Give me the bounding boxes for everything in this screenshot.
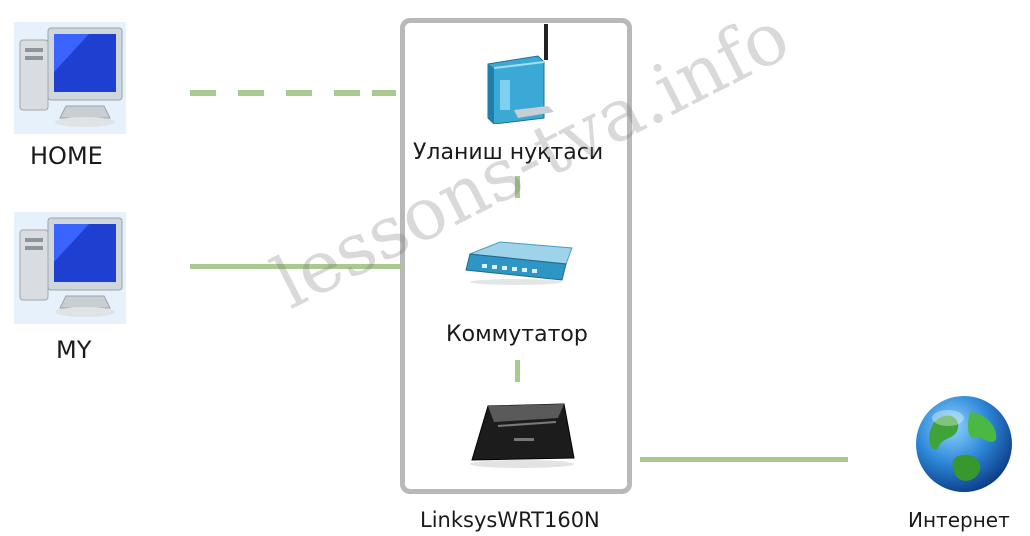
home-computer-icon bbox=[14, 22, 126, 139]
switch-icon bbox=[462, 240, 574, 291]
switch-router-link bbox=[515, 360, 520, 382]
home-label: HOME bbox=[30, 142, 103, 170]
router-label: LinksysWRT160N bbox=[420, 508, 600, 532]
my-label: MY bbox=[56, 336, 92, 364]
switch-label: Коммутатор bbox=[446, 322, 588, 347]
my-computer-icon bbox=[14, 212, 126, 329]
internet-label: Интернет bbox=[908, 508, 1010, 532]
router-icon bbox=[458, 398, 578, 473]
globe-icon bbox=[912, 392, 1016, 501]
internet-link bbox=[640, 457, 848, 462]
